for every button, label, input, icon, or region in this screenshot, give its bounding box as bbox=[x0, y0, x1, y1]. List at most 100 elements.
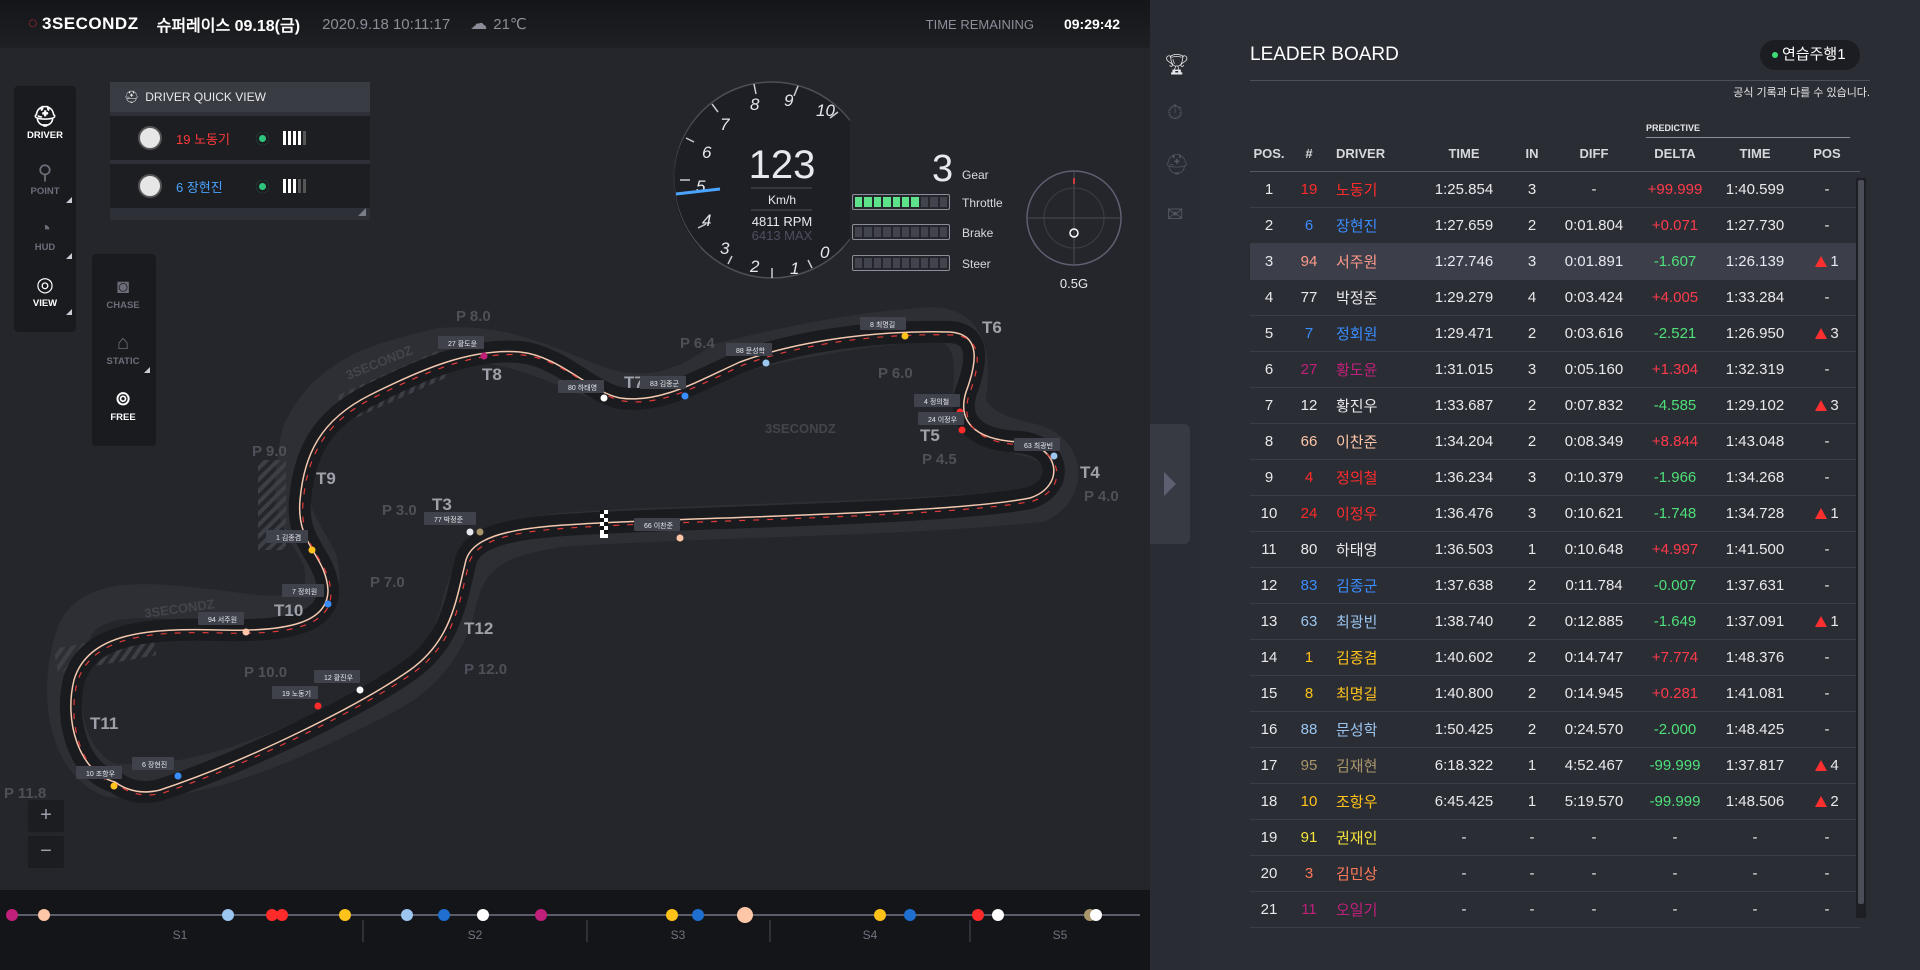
table-row[interactable]: 12 83 김종군 1:37.638 2 0:11.784 -0.007 1:37.631 - bbox=[1250, 567, 1860, 604]
table-row[interactable]: 2 6 장현진 1:27.659 2 0:01.804 +0.071 1:27.730 - bbox=[1250, 207, 1860, 244]
quick-view-row[interactable]: 6 장현진 bbox=[110, 164, 370, 208]
table-row[interactable]: 3 94 서주원 1:27.746 3 0:01.891 -1.607 1:26.139 1 bbox=[1250, 243, 1860, 280]
position-up-icon bbox=[1815, 615, 1828, 627]
col-predicted-time[interactable]: TIME bbox=[1716, 137, 1794, 172]
car-marker[interactable]: 19 노동기 bbox=[272, 686, 322, 710]
col-time[interactable]: TIME bbox=[1418, 137, 1510, 172]
table-row[interactable]: 6 27 황도윤 1:31.015 3 0:05.160 +1.304 1:32.319 - bbox=[1250, 351, 1860, 388]
table-row[interactable]: 1 19 노동기 1:25.854 3 - +99.999 1:40.599 - bbox=[1250, 171, 1860, 208]
cell-pos-change: - bbox=[1794, 891, 1860, 928]
cell-diff-value: 0:14.747 bbox=[1564, 648, 1624, 666]
trophy-icon[interactable]: 🏆︎ bbox=[1164, 52, 1189, 76]
cell-driver-value: 황진우 bbox=[1336, 397, 1378, 415]
cell-number-value: 88 bbox=[1300, 720, 1318, 738]
cell-pos-value: 9 bbox=[1264, 468, 1274, 486]
sector-label: S1 bbox=[173, 928, 188, 942]
col-driver[interactable]: DRIVER bbox=[1330, 137, 1418, 172]
table-row[interactable]: 13 63 최광빈 1:38.740 2 0:12.885 -1.649 1:37.091 1 bbox=[1250, 603, 1860, 640]
table-row[interactable]: 9 4 정의철 1:36.234 3 0:10.379 -1.966 1:34.268 - bbox=[1250, 459, 1860, 496]
cell-predicted-time: 1:26.950 bbox=[1716, 315, 1794, 352]
camera-free[interactable]: ⊚ FREE bbox=[92, 388, 154, 423]
table-row[interactable]: 8 66 이찬준 1:34.204 2 0:08.349 +8.844 1:43.048 - bbox=[1250, 423, 1860, 460]
cell-driver-value: 박정준 bbox=[1336, 289, 1378, 307]
scrollbar[interactable] bbox=[1856, 178, 1866, 918]
col-diff[interactable]: DIFF bbox=[1554, 137, 1634, 172]
table-row[interactable]: 20 3 김민상 - - - - - - bbox=[1250, 855, 1860, 892]
cell-pos-change: 3 bbox=[1794, 315, 1860, 352]
position-up-icon bbox=[1815, 255, 1828, 267]
cell-time-value: 1:40.800 bbox=[1434, 684, 1494, 702]
cell-pos: 19 bbox=[1250, 819, 1288, 856]
cell-number: 1 bbox=[1288, 639, 1330, 676]
cell-pos-change-value: - bbox=[1824, 360, 1830, 378]
tool-point[interactable]: ⚲ POINT bbox=[14, 162, 76, 203]
cell-in: 3 bbox=[1510, 243, 1554, 280]
tool-view[interactable]: ◎ VIEW bbox=[14, 274, 76, 315]
tool-hud[interactable]: ◔ HUD bbox=[14, 218, 76, 259]
session-badge[interactable]: 연습주행1 bbox=[1760, 40, 1860, 70]
cell-pos-value: 3 bbox=[1264, 252, 1274, 270]
table-row[interactable]: 15 8 최명길 1:40.800 2 0:14.945 +0.281 1:41.081 - bbox=[1250, 675, 1860, 712]
cell-in: 2 bbox=[1510, 603, 1554, 640]
col-in[interactable]: IN bbox=[1510, 137, 1554, 172]
quick-view-row[interactable]: 19 노동기 bbox=[110, 116, 370, 160]
avatar bbox=[138, 174, 162, 198]
col-pos[interactable]: POS. bbox=[1250, 137, 1288, 172]
cell-pos-change: - bbox=[1794, 639, 1860, 676]
speed-gauge: 0 1 2 3 4 5 6 7 8 9 10 123 Km/h 4811 RPM… bbox=[673, 81, 850, 279]
cell-predicted-time: 1:37.091 bbox=[1716, 603, 1794, 640]
cell-time: 1:50.425 bbox=[1418, 711, 1510, 748]
stopwatch-icon[interactable]: ⏱︎ bbox=[1164, 102, 1186, 124]
resize-handle-icon[interactable] bbox=[358, 208, 366, 216]
cell-pos-value: 15 bbox=[1260, 684, 1278, 702]
tool-driver[interactable]: ⛑ DRIVER bbox=[14, 106, 76, 141]
car-marker[interactable]: 77 박정준 bbox=[424, 512, 484, 536]
table-row[interactable]: 21 11 오일기 - - - - - - bbox=[1250, 891, 1860, 928]
cell-pos-change-value: - bbox=[1824, 900, 1830, 918]
table-row[interactable]: 4 77 박정준 1:29.279 4 0:03.424 +4.005 1:33.284 - bbox=[1250, 279, 1860, 316]
point-label: P 6.4 bbox=[680, 335, 715, 352]
logo: ◌ 3SECONDZ bbox=[28, 14, 139, 34]
table-row[interactable]: 11 80 하태영 1:36.503 1 0:10.648 +4.997 1:41.500 - bbox=[1250, 531, 1860, 568]
col-pos-change[interactable]: POS bbox=[1794, 137, 1860, 172]
collapse-panel-button[interactable] bbox=[1150, 424, 1190, 544]
cell-number: 95 bbox=[1288, 747, 1330, 784]
cell-driver: 노동기 bbox=[1330, 171, 1418, 208]
table-row[interactable]: 18 10 조항우 6:45.425 1 5:19.570 -99.999 1:48.506 2 bbox=[1250, 783, 1860, 820]
cell-driver: 권재인 bbox=[1330, 819, 1418, 856]
table-row[interactable]: 5 7 정회원 1:29.471 2 0:03.616 -2.521 1:26.950 3 bbox=[1250, 315, 1860, 352]
cell-delta: +4.997 bbox=[1634, 531, 1716, 568]
cell-number-value: 80 bbox=[1300, 540, 1318, 558]
cell-pos-change-value: - bbox=[1824, 684, 1830, 702]
map-pane: ◌ 3SECONDZ 슈퍼레이스 09.18(금) 2020.9.18 10:1… bbox=[0, 0, 1150, 970]
cell-predicted-time: 1:37.817 bbox=[1716, 747, 1794, 784]
cell-pos-value: 10 bbox=[1260, 504, 1278, 522]
scrollbar-thumb[interactable] bbox=[1858, 180, 1864, 904]
table-row[interactable]: 14 1 김종겸 1:40.602 2 0:14.747 +7.774 1:48.376 - bbox=[1250, 639, 1860, 676]
cell-diff: 0:03.616 bbox=[1554, 315, 1634, 352]
cell-predicted-time: 1:34.268 bbox=[1716, 459, 1794, 496]
table-row[interactable]: 7 12 황진우 1:33.687 2 0:07.832 -4.585 1:29.102 3 bbox=[1250, 387, 1860, 424]
zoom-in-button[interactable]: + bbox=[28, 800, 64, 832]
chat-icon[interactable]: ✉ bbox=[1164, 202, 1186, 226]
gauge-tick: 3 bbox=[720, 239, 730, 258]
col-delta[interactable]: DELTA bbox=[1634, 137, 1716, 172]
signal-icon bbox=[283, 179, 306, 193]
turn-label: T4 bbox=[1080, 463, 1100, 482]
zoom-out-button[interactable]: − bbox=[28, 836, 64, 868]
cell-in-value: 2 bbox=[1527, 720, 1537, 738]
camera-chase[interactable]: ◙ CHASE bbox=[92, 276, 154, 311]
car-marker[interactable]: 12 황진우 bbox=[314, 670, 364, 694]
table-row[interactable]: 10 24 이정우 1:36.476 3 0:10.621 -1.748 1:34.728 1 bbox=[1250, 495, 1860, 532]
table-row[interactable]: 19 91 권재인 - - - - - - bbox=[1250, 819, 1860, 856]
col-number[interactable]: # bbox=[1288, 137, 1330, 172]
table-row[interactable]: 16 88 문성학 1:50.425 2 0:24.570 -2.000 1:48.425 - bbox=[1250, 711, 1860, 748]
cell-delta-value: -4.585 bbox=[1653, 396, 1697, 414]
sector-timeline[interactable]: S1 S2 S3 S4 S5 bbox=[0, 890, 1150, 970]
cell-in: 2 bbox=[1510, 207, 1554, 244]
cell-number-value: 12 bbox=[1300, 396, 1318, 414]
table-row[interactable]: 17 95 김재현 6:18.322 1 4:52.467 -99.999 1:37.817 4 bbox=[1250, 747, 1860, 784]
avatar bbox=[138, 126, 162, 150]
camera-static[interactable]: ⌂ STATIC bbox=[92, 332, 154, 373]
helmet-icon[interactable]: ⛑ bbox=[1164, 152, 1189, 176]
